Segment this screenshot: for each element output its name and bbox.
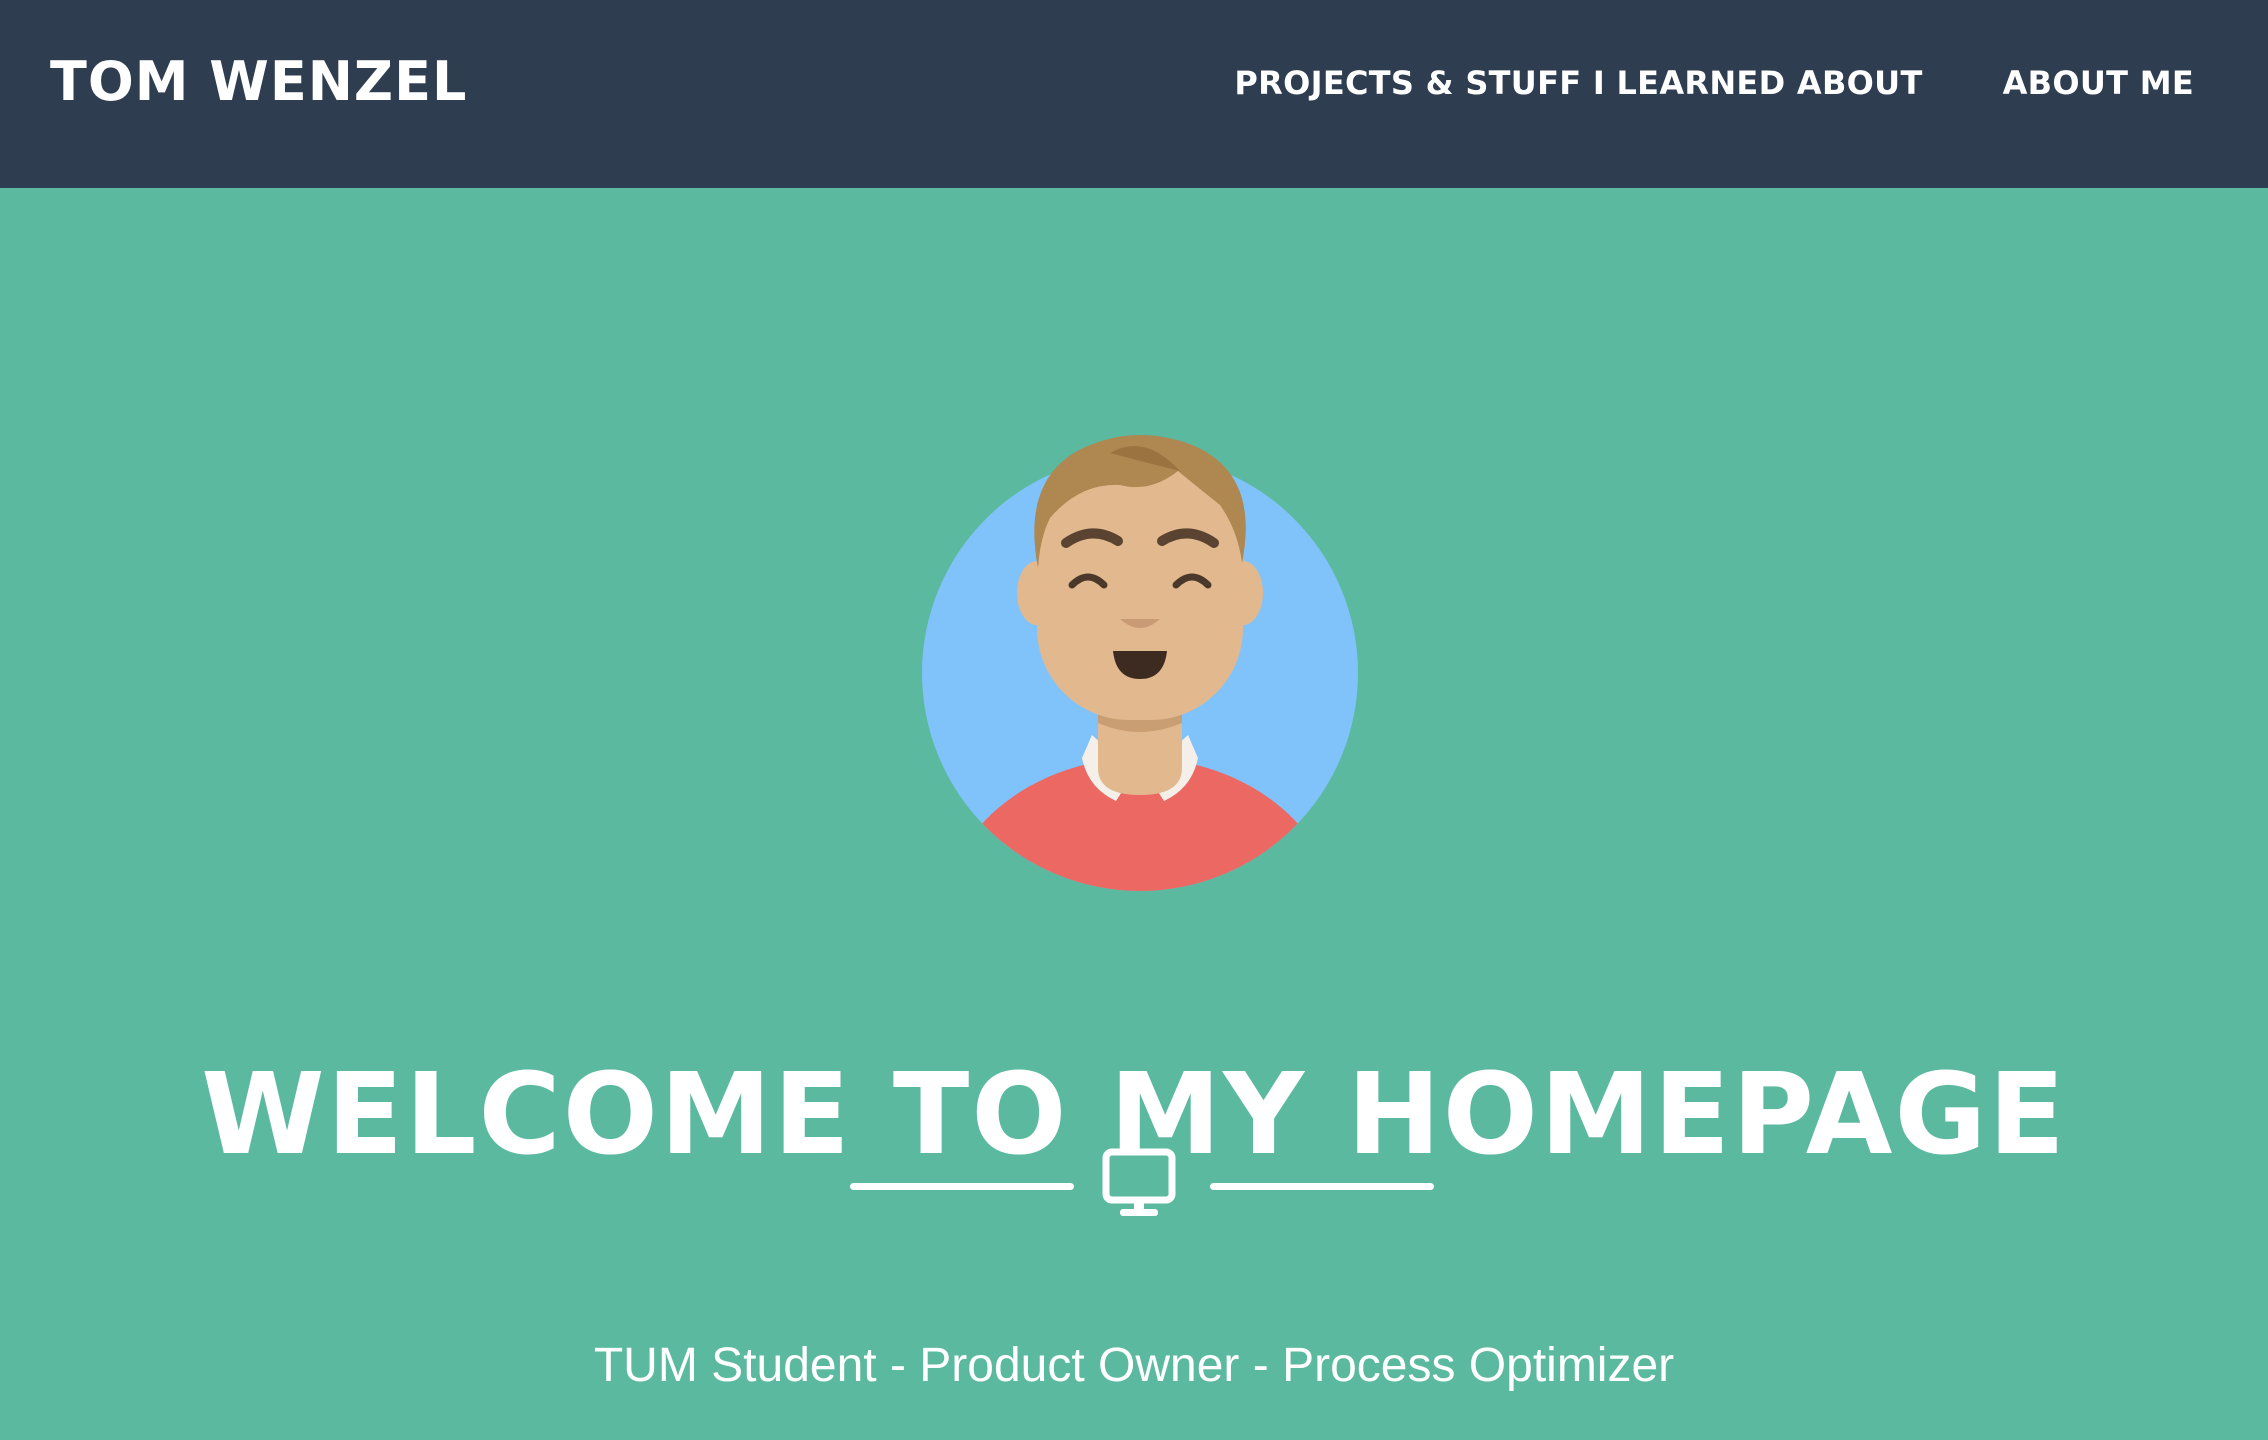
star-divider (0, 1148, 2268, 1224)
brand-link[interactable]: TOM WENZEL (50, 46, 467, 118)
divider-line-left (850, 1183, 1074, 1190)
nav-links: PROJECTS & STUFF I LEARNED ABOUT ABOUT M… (1234, 55, 2194, 111)
avatar (922, 435, 1358, 891)
tagline: TUM Student - Product Owner - Process Op… (593, 1339, 1675, 1392)
monitor-icon (1102, 1148, 1176, 1216)
nav-link-projects[interactable]: PROJECTS & STUFF I LEARNED ABOUT (1234, 64, 1922, 102)
top-navbar: TOM WENZEL PROJECTS & STUFF I LEARNED AB… (0, 0, 2268, 188)
divider-line-right (1210, 1183, 1434, 1190)
nav-link-about-me[interactable]: ABOUT ME (2003, 64, 2194, 102)
